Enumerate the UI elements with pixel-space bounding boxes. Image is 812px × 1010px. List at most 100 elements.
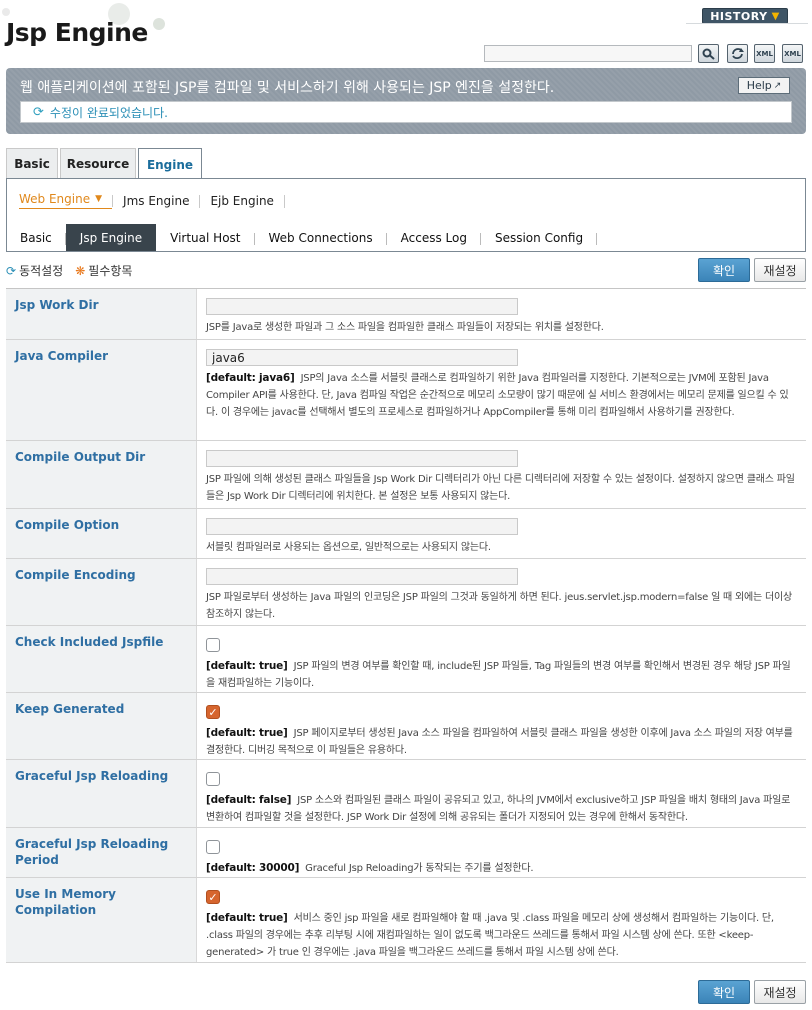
default-value: [default: true] bbox=[206, 912, 288, 924]
page-description: 웹 애플리케이션에 포함된 JSP를 컴파일 및 서비스하기 위해 사용되는 J… bbox=[20, 80, 555, 96]
field-description: JSP를 Java로 생성한 파일과 그 소스 파일을 컴파일한 클래스 파일들… bbox=[206, 322, 604, 333]
field-description: JSP 파일로부터 생성하는 Java 파일의 인코딩은 JSP 파일의 그것과… bbox=[206, 592, 793, 620]
field-description: JSP 페이지로부터 생성된 Java 소스 파일을 컴파일하여 서블릿 클래스… bbox=[206, 728, 793, 756]
form-row-keep-generated: Keep Generated ✓ [default: true] JSP 페이지로… bbox=[6, 693, 806, 760]
checkmark-icon: ✓ bbox=[208, 705, 218, 719]
compile-output-dir-input[interactable] bbox=[206, 450, 518, 467]
xml-import-icon: XML bbox=[784, 49, 801, 58]
form-row-compile-encoding: Compile Encoding JSP 파일로부터 생성하는 Java 파일의… bbox=[6, 559, 806, 626]
field-label: Keep Generated bbox=[6, 693, 196, 759]
form-row-use-in-memory-compilation: Use In Memory Compilation ✓ [default: tr… bbox=[6, 878, 806, 963]
description-banner: 웹 애플리케이션에 포함된 JSP를 컴파일 및 서비스하기 위해 사용되는 J… bbox=[6, 68, 806, 134]
tab-web-basic[interactable]: Basic bbox=[6, 224, 66, 251]
form-row-compile-option: Compile Option 서블릿 컴파일러로 사용되는 옵션으로, 일반적으… bbox=[6, 509, 806, 559]
field-description-block: [default: false] JSP 소스와 컴파일된 클래스 파일이 공유되… bbox=[206, 792, 796, 826]
chevron-down-icon: ▼ bbox=[771, 10, 780, 22]
tab-virtual-host[interactable]: Virtual Host bbox=[156, 224, 255, 251]
field-label: Check Included Jspfile bbox=[6, 626, 196, 692]
subnav-ejb-engine[interactable]: Ejb Engine bbox=[200, 194, 285, 208]
checkmark-icon: ✓ bbox=[208, 890, 218, 904]
search-input[interactable] bbox=[484, 45, 692, 62]
tab-jsp-engine[interactable]: Jsp Engine bbox=[65, 224, 157, 251]
form-row-java-compiler: Java Compiler [default: java6]JSP의 Java … bbox=[6, 340, 806, 441]
status-message: 수정이 완료되었습니다. bbox=[49, 105, 168, 120]
settings-form: Jsp Work Dir JSP를 Java로 생성한 파일과 그 소스 파일을… bbox=[6, 288, 806, 963]
form-row-graceful-jsp-reloading: Graceful Jsp Reloading [default: false] J… bbox=[6, 760, 806, 828]
field-description-block: [default: true] JSP 파일의 변경 여부를 확인할 때, inc… bbox=[206, 658, 796, 692]
form-row-check-included-jspfile: Check Included Jspfile [default: true] JS… bbox=[6, 626, 806, 693]
confirm-button[interactable]: 확인 bbox=[698, 258, 750, 282]
subnav-jms-engine[interactable]: Jms Engine bbox=[113, 194, 201, 208]
java-compiler-input[interactable] bbox=[206, 349, 518, 366]
field-label: Compile Encoding bbox=[6, 559, 196, 625]
field-label: Compile Option bbox=[6, 509, 196, 558]
graceful-jsp-reloading-checkbox[interactable] bbox=[206, 772, 220, 786]
tab-access-log[interactable]: Access Log bbox=[387, 224, 482, 251]
search-button[interactable] bbox=[698, 44, 719, 63]
field-description: 서블릿 컴파일러로 사용되는 옵션으로, 일반적으로는 사용되지 않는다. bbox=[206, 542, 491, 553]
field-description: JSP 파일의 변경 여부를 확인할 때, include된 JSP 파일들, … bbox=[206, 661, 791, 689]
field-description-block: [default: true] JSP 페이지로부터 생성된 Java 소스 파일… bbox=[206, 725, 796, 759]
tab-resource[interactable]: Resource bbox=[60, 148, 136, 179]
form-row-graceful-jsp-reloading-period: Graceful Jsp Reloading Period [default: … bbox=[6, 828, 806, 878]
field-label: Use In Memory Compilation bbox=[6, 878, 196, 962]
search-icon bbox=[702, 48, 715, 60]
default-value: [default: 30000] bbox=[206, 862, 300, 874]
page-title: Jsp Engine bbox=[6, 18, 148, 47]
keep-generated-checkbox[interactable]: ✓ bbox=[206, 705, 220, 719]
subnav-label: Web Engine bbox=[19, 192, 91, 206]
status-message-box: ⟳ 수정이 완료되었습니다. bbox=[20, 101, 792, 123]
caret-down-icon: ▼ bbox=[95, 194, 103, 204]
refresh-button[interactable] bbox=[727, 44, 748, 63]
field-description-block: [default: true] 서비스 중인 jsp 파일을 새로 컴파일해야 할… bbox=[206, 910, 796, 961]
field-description: 서비스 중인 jsp 파일을 새로 컴파일해야 할 때 .java 및 .cla… bbox=[206, 913, 774, 958]
default-value: [default: true] bbox=[206, 727, 288, 739]
jsp-work-dir-input[interactable] bbox=[206, 298, 518, 315]
legend-required: ❋ 필수항목 bbox=[75, 262, 132, 279]
field-description: JSP 소스와 컴파일된 클래스 파일이 공유되고 있고, 하나의 JVM에서 … bbox=[206, 795, 791, 823]
refresh-status-icon: ⟳ bbox=[33, 104, 44, 120]
xml-export-icon: XML bbox=[756, 49, 773, 58]
default-value: [default: java6] bbox=[206, 372, 295, 384]
divider bbox=[686, 23, 808, 24]
xml-import-button[interactable]: XML bbox=[782, 44, 803, 63]
field-label: Compile Output Dir bbox=[6, 441, 196, 508]
tab-engine[interactable]: Engine bbox=[138, 148, 202, 180]
check-included-jspfile-checkbox[interactable] bbox=[206, 638, 220, 652]
web-engine-tabs: Basic Jsp Engine Virtual Host Web Connec… bbox=[6, 224, 598, 251]
decoration-circle bbox=[2, 8, 10, 16]
legend: ⟳ 동적설정 ❋ 필수항목 bbox=[6, 262, 132, 279]
history-label: HISTORY bbox=[710, 9, 768, 23]
field-description: Graceful Jsp Reloading가 동작되는 주기를 설정한다. bbox=[305, 863, 534, 874]
compile-option-input[interactable] bbox=[206, 518, 518, 535]
use-in-memory-compilation-checkbox[interactable]: ✓ bbox=[206, 890, 220, 904]
tab-web-connections[interactable]: Web Connections bbox=[255, 224, 387, 251]
reset-button-bottom[interactable]: 재설정 bbox=[754, 980, 806, 1004]
required-icon: ❋ bbox=[75, 263, 86, 278]
default-value: [default: false] bbox=[206, 794, 292, 806]
history-button[interactable]: HISTORY ▼ bbox=[702, 8, 788, 24]
refresh-icon bbox=[732, 48, 744, 59]
field-description-block: [default: 30000] Graceful Jsp Reloading가 … bbox=[206, 860, 796, 877]
confirm-button-bottom[interactable]: 확인 bbox=[698, 980, 750, 1004]
field-label: Jsp Work Dir bbox=[6, 289, 196, 339]
form-row-jsp-work-dir: Jsp Work Dir JSP를 Java로 생성한 파일과 그 소스 파일을… bbox=[6, 289, 806, 340]
form-row-compile-output-dir: Compile Output Dir JSP 파일에 의해 생성된 클래스 파일… bbox=[6, 441, 806, 509]
dynamic-setting-icon: ⟳ bbox=[6, 263, 17, 278]
field-description-block: [default: java6] JSP의 Java 소스를 서블릿 클래스로 컴… bbox=[206, 370, 796, 421]
default-value: [default: true] bbox=[206, 660, 288, 672]
top-tabs: Basic Resource Engine bbox=[6, 148, 806, 180]
field-label: Graceful Jsp Reloading bbox=[6, 760, 196, 827]
legend-required-label: 필수항목 bbox=[88, 264, 133, 278]
decoration-circle bbox=[153, 18, 165, 30]
compile-encoding-input[interactable] bbox=[206, 568, 518, 585]
tab-session-config[interactable]: Session Config bbox=[481, 224, 598, 251]
help-button[interactable]: Help ↗ bbox=[738, 77, 790, 94]
reset-button[interactable]: 재설정 bbox=[754, 258, 806, 282]
field-label: Graceful Jsp Reloading Period bbox=[6, 828, 196, 877]
external-link-icon: ↗ bbox=[773, 80, 782, 91]
tab-basic[interactable]: Basic bbox=[6, 148, 58, 179]
subnav-web-engine[interactable]: Web Engine ▼ bbox=[19, 192, 113, 209]
xml-export-button[interactable]: XML bbox=[754, 44, 775, 63]
graceful-jsp-reloading-period-checkbox[interactable] bbox=[206, 840, 220, 854]
